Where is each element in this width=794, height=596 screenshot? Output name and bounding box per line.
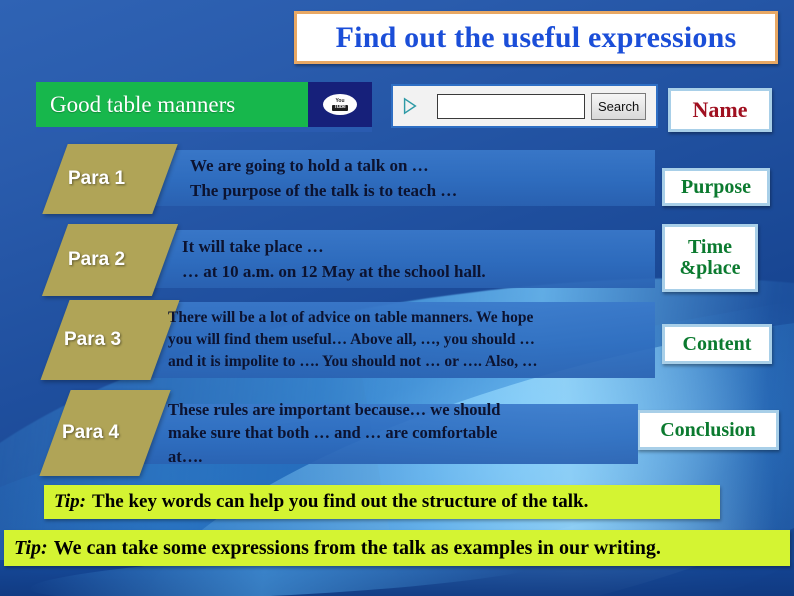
tip-keyword: Tip: [14, 536, 48, 559]
paragraph-tag-label: Para 3 [64, 329, 122, 350]
chip-name: Name [668, 88, 772, 132]
paragraph-row: Para 4 These rules are important because… [0, 390, 680, 476]
paragraph-text: These rules are important because… we sh… [168, 390, 500, 476]
paragraph-line: … at 10 a.m. on 12 May at the school hal… [182, 262, 486, 281]
tip-banner-1: Tip: The key words can help you find out… [44, 485, 720, 519]
tip-text: The key words can help you find out the … [92, 491, 589, 512]
youtube-icon-you: You [335, 97, 345, 104]
video-logo-box[interactable]: You Tube [308, 82, 372, 127]
tip-banner-2: Tip: We can take some expressions from t… [4, 530, 790, 566]
topic-bar: Good table manners You Tube [36, 82, 372, 132]
paragraph-tag-label: Para 1 [68, 168, 126, 189]
paragraph-line: We are going to hold a talk on … [190, 156, 429, 176]
tip-text: We can take some expressions from the ta… [53, 536, 661, 559]
paragraph-line: The purpose of the talk is to teach … [190, 181, 458, 200]
paragraph-tag-label: Para 2 [68, 249, 126, 270]
slide-canvas: Find out the useful expressions Good tab… [0, 0, 794, 596]
chip-time-line1: Time [687, 236, 733, 258]
paragraph-row: Para 3 There will be a lot of advice on … [0, 300, 680, 380]
paragraph-text: There will be a lot of advice on table m… [168, 300, 537, 380]
search-button[interactable]: Search [591, 92, 647, 120]
paragraph-line: There will be a lot of advice on table m… [168, 309, 534, 326]
paragraph-text: We are going to hold a talk on … The pur… [190, 144, 457, 214]
topic-bar-underline [36, 127, 372, 132]
youtube-icon-tube: Tube [332, 104, 348, 111]
page-title: Find out the useful expressions [335, 20, 737, 54]
play-triangle-icon[interactable] [401, 97, 419, 115]
paragraph-line: and it is impolite to …. You should not … [168, 353, 538, 370]
slide-title-box: Find out the useful expressions [294, 11, 778, 64]
paragraph-line: you will find them useful… Above all, …,… [168, 331, 535, 348]
paragraph-line: at…. [168, 446, 203, 466]
topic-label: Good table manners [50, 91, 236, 117]
paragraph-line: make sure that both … and … are comforta… [168, 423, 498, 443]
topic-bar-green: Good table manners [36, 82, 308, 127]
paragraph-row: Para 2 It will take place … … at 10 a.m.… [0, 224, 680, 296]
tip-keyword: Tip: [54, 491, 87, 512]
search-input[interactable] [437, 93, 585, 119]
youtube-icon: You Tube [323, 94, 357, 115]
search-bar: Search [391, 84, 658, 128]
chip-time-line2: &place [679, 257, 741, 279]
paragraph-line: These rules are important because… we sh… [168, 399, 501, 419]
paragraph-row: Para 1 We are going to hold a talk on … … [0, 144, 680, 214]
paragraph-tag-label: Para 4 [62, 422, 120, 443]
paragraph-text: It will take place … … at 10 a.m. on 12 … [182, 224, 486, 296]
paragraph-line: It will take place … [182, 237, 324, 257]
